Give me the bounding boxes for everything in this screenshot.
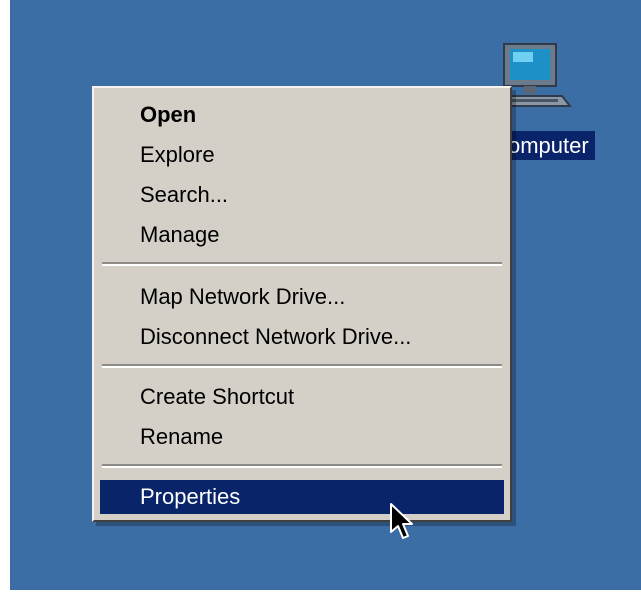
- context-menu: Open Explore Search... Manage Map Networ…: [92, 86, 512, 522]
- menu-item-manage[interactable]: Manage: [100, 218, 504, 252]
- mouse-pointer-icon: [390, 503, 413, 539]
- menu-item-search[interactable]: Search...: [100, 178, 504, 212]
- menu-item-explore[interactable]: Explore: [100, 138, 504, 172]
- menu-item-create-shortcut[interactable]: Create Shortcut: [100, 380, 504, 414]
- menu-item-rename[interactable]: Rename: [100, 420, 504, 454]
- menu-separator: [102, 464, 502, 468]
- menu-separator: [102, 262, 502, 266]
- menu-item-map-network-drive[interactable]: Map Network Drive...: [100, 280, 504, 314]
- menu-item-disconnect-network-drive[interactable]: Disconnect Network Drive...: [100, 320, 504, 354]
- menu-item-open[interactable]: Open: [100, 98, 504, 132]
- menu-item-properties[interactable]: Properties: [100, 480, 504, 514]
- menu-separator: [102, 364, 502, 368]
- desktop-icon-label[interactable]: omputer: [502, 131, 595, 160]
